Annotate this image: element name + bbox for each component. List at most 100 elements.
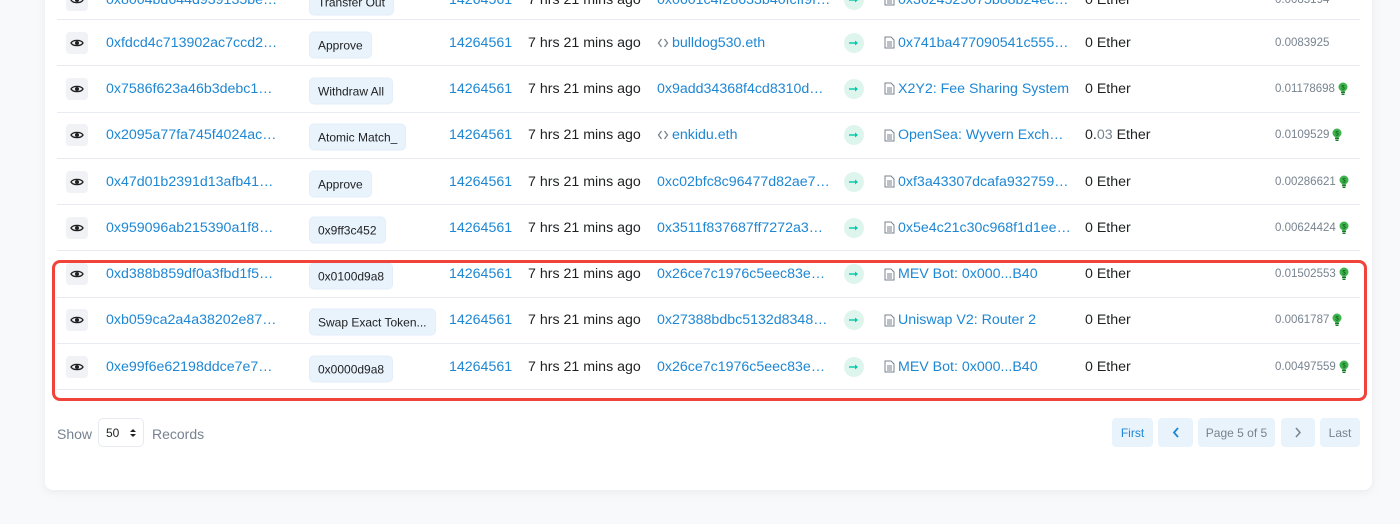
view-details-button[interactable] — [66, 31, 88, 54]
from-address: bulldog530.eth — [657, 35, 765, 51]
block-link[interactable]: 14264561 — [449, 174, 512, 190]
eye-icon — [70, 85, 84, 93]
txn-fee: 0.0085194 — [1275, 0, 1329, 6]
tx-hash-link[interactable]: 0x7586f623a46b3debc1… — [106, 81, 272, 97]
txn-fee: 0.0083925 — [1275, 36, 1330, 49]
first-page-button[interactable]: First — [1112, 418, 1153, 447]
method-badge: Approve — [309, 170, 372, 198]
page-size-select[interactable]: 50 — [98, 418, 144, 447]
to-address-link[interactable]: 0x3624525075b88b24ec… — [898, 0, 1068, 8]
view-details-button[interactable] — [66, 309, 88, 332]
value-text: 0 Ether — [1085, 312, 1131, 329]
eye-icon — [70, 363, 84, 370]
age-text: 7 hrs 21 mins ago — [528, 80, 641, 97]
block-link[interactable]: 14264561 — [449, 266, 512, 282]
from-address-link[interactable]: 0x0601c4f28633b40fcff9f… — [657, 0, 830, 8]
from-address-link[interactable]: 0xc02bfc8c96477d82ae7… — [657, 174, 830, 190]
from-address-link[interactable]: 0x3511f837687ff7272a3… — [657, 220, 823, 236]
eye-icon — [70, 224, 84, 232]
to-address-link[interactable]: 0x741ba477090541c555… — [898, 35, 1068, 51]
contract-file-icon — [884, 0, 895, 6]
table-row-3: 0x7586f623a46b3debc1… Withdraw All 14264… — [57, 66, 1360, 113]
to-address-link[interactable]: Uniswap V2: Router 2 — [898, 312, 1036, 328]
view-details-button[interactable] — [66, 124, 88, 147]
gas-bulb-icon: $ — [1332, 313, 1342, 327]
view-details-button[interactable] — [66, 355, 88, 378]
tx-hash-link[interactable]: 0xd388b859df0a3fbd1f5… — [106, 266, 273, 282]
arrow-right-icon — [849, 271, 858, 277]
value-text: 0 Ether — [1085, 266, 1131, 283]
to-address-link[interactable]: OpenSea: Wyvern Exch… — [898, 127, 1063, 143]
block-link[interactable]: 14264561 — [449, 359, 512, 375]
block-link[interactable]: 14264561 — [449, 35, 512, 51]
direction-badge — [844, 0, 864, 10]
tx-hash-link[interactable]: 0x47d01b2391d13afb41… — [106, 174, 273, 190]
tx-hash-link[interactable]: 0xb059ca2a4a38202e87… — [106, 312, 276, 328]
value-text: 0 Ether — [1085, 219, 1131, 236]
view-details-button[interactable] — [66, 170, 88, 193]
contract-file-icon — [884, 221, 895, 234]
eye-icon — [70, 0, 84, 3]
from-address-link[interactable]: bulldog530.eth — [672, 35, 765, 51]
table-row-8: 0xb059ca2a4a38202e87… Swap Exact Token..… — [57, 298, 1360, 345]
from-address-link[interactable]: 0x9add34368f4cd8310d… — [657, 81, 823, 97]
transactions-table: 0x8004bd644d939135be… Transfer Out 14264… — [57, 0, 1360, 391]
arrow-right-icon — [849, 40, 858, 46]
chevron-right-icon — [1295, 427, 1302, 438]
block-link[interactable]: 14264561 — [449, 81, 512, 97]
to-address: 0xf3a43307dcafa932759… — [884, 174, 1068, 190]
to-address: 0x5e4c21c30c968f1d1ee… — [884, 220, 1071, 236]
tx-hash-link[interactable]: 0x2095a77fa745f4024ac… — [106, 127, 276, 143]
from-address-link[interactable]: enkidu.eth — [672, 127, 737, 143]
to-address: MEV Bot: 0x000...B40 — [884, 359, 1038, 375]
contract-file-icon — [884, 82, 895, 95]
to-address-link[interactable]: MEV Bot: 0x000...B40 — [898, 359, 1038, 375]
direction-badge — [844, 78, 864, 99]
method-badge: Swap Exact Token... — [309, 308, 436, 336]
age-text: 7 hrs 21 mins ago — [528, 0, 641, 8]
method-badge: Transfer Out — [309, 0, 394, 15]
records-label: Records — [152, 426, 205, 442]
ens-icon — [657, 38, 669, 48]
previous-page-button[interactable] — [1158, 418, 1193, 447]
to-address-link[interactable]: 0x5e4c21c30c968f1d1ee… — [898, 220, 1071, 236]
block-link[interactable]: 14264561 — [449, 312, 512, 328]
contract-file-icon — [884, 175, 895, 188]
from-address-link[interactable]: 0x26ce7c1976c5eec83e… — [657, 359, 825, 375]
view-details-button[interactable] — [66, 216, 88, 239]
age-text: 7 hrs 21 mins ago — [528, 34, 641, 51]
direction-badge — [844, 356, 864, 377]
block-link[interactable]: 14264561 — [449, 0, 512, 8]
view-details-button[interactable] — [66, 0, 88, 11]
to-address-link[interactable]: MEV Bot: 0x000...B40 — [898, 266, 1038, 282]
show-label: Show — [57, 426, 93, 442]
to-address-link[interactable]: X2Y2: Fee Sharing System — [898, 81, 1069, 97]
direction-badge — [844, 171, 864, 192]
eye-icon — [70, 39, 84, 46]
from-address: enkidu.eth — [657, 127, 737, 143]
gas-bulb-icon: $ — [1339, 360, 1349, 373]
method-badge: Withdraw All — [309, 77, 394, 105]
from-address-link[interactable]: 0x26ce7c1976c5eec83e… — [657, 266, 825, 282]
block-link[interactable]: 14264561 — [449, 220, 512, 236]
method-badge: 0x9ff3c452 — [309, 216, 386, 244]
last-page-button[interactable]: Last — [1320, 418, 1360, 447]
tx-hash-link[interactable]: 0xe99f6e62198ddce7e7… — [106, 359, 272, 375]
method-badge: 0x0000d9a8 — [309, 355, 394, 383]
from-address-link[interactable]: 0x27388bdbc5132d8348… — [657, 312, 827, 328]
value-text: 0 Ether — [1085, 0, 1131, 8]
gas-bulb-icon: $ — [1332, 128, 1342, 142]
view-details-button[interactable] — [66, 77, 88, 100]
tx-hash-link[interactable]: 0x8004bd644d939135be… — [106, 0, 277, 8]
table-row-6: 0x959096ab215390a1f8… 0x9ff3c452 1426456… — [57, 205, 1360, 252]
view-details-button[interactable] — [66, 263, 88, 286]
direction-badge — [844, 264, 864, 285]
contract-file-icon — [884, 36, 895, 49]
txn-fee: 0.0109529 $ — [1275, 128, 1342, 142]
tx-hash-link[interactable]: 0xfdcd4c713902ac7ccd2… — [106, 35, 277, 51]
to-address-link[interactable]: 0xf3a43307dcafa932759… — [898, 174, 1068, 190]
arrow-right-icon — [849, 86, 858, 92]
block-link[interactable]: 14264561 — [449, 127, 512, 143]
tx-hash-link[interactable]: 0x959096ab215390a1f8… — [106, 220, 273, 236]
next-page-button[interactable] — [1281, 418, 1315, 447]
